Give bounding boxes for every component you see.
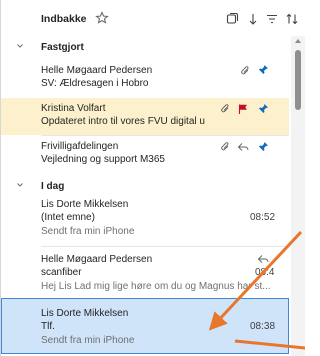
reply-icon <box>237 143 249 151</box>
select-icon[interactable] <box>225 12 239 26</box>
flag-icon[interactable] <box>237 103 249 115</box>
pin-icon[interactable] <box>257 103 269 115</box>
message-time: 08:52 <box>250 212 276 223</box>
message-subject: SV: Ældresagen i Hobro <box>41 78 149 89</box>
filter-icon[interactable] <box>265 12 279 26</box>
message-sender: Kristina Volfart <box>41 103 106 114</box>
paperclip-icon <box>221 142 229 151</box>
list-item[interactable]: Helle Møgaard Pedersen SV: Ældresagen i … <box>1 58 289 98</box>
message-time: 08:38 <box>250 321 276 332</box>
group-label: I dag <box>41 181 65 192</box>
list-item[interactable]: Helle Møgaard Pedersen scanfiber 08:4 He… <box>1 246 289 298</box>
message-preview: Sendt fra min iPhone <box>41 335 135 346</box>
list-item-selected[interactable]: Lis Dorte Mikkelsen Tlf. 08:38 Sendt fra… <box>1 298 289 354</box>
group-label: Fastgjort <box>41 42 84 53</box>
sort-arrow-down-icon[interactable] <box>246 12 260 26</box>
sort-icon[interactable] <box>285 12 299 26</box>
list-item[interactable]: Frivilligafdelingen Vejledning og suppor… <box>1 135 289 175</box>
folder-title: Indbakke <box>41 13 87 25</box>
list-item[interactable]: Lis Dorte Mikkelsen (Intet emne) 08:52 S… <box>1 196 289 246</box>
message-subject: scanfiber <box>41 267 82 278</box>
scrollbar-thumb[interactable] <box>295 50 301 110</box>
message-time: 08:4 <box>255 267 275 278</box>
message-sender: Frivilligafdelingen <box>41 141 119 152</box>
message-preview: Hej Lis Lad mig lige høre om du og Magnu… <box>41 281 271 292</box>
star-outline-icon[interactable] <box>95 11 109 25</box>
message-subject: Tlf. <box>41 321 55 332</box>
message-sender: Lis Dorte Mikkelsen <box>41 199 129 210</box>
message-sender: Helle Møgaard Pedersen <box>41 254 153 265</box>
message-subject: Opdateret intro til vores FVU digital u <box>41 116 205 127</box>
pin-icon[interactable] <box>257 64 269 76</box>
message-sender: Lis Dorte Mikkelsen <box>41 308 129 319</box>
paperclip-icon <box>221 104 229 113</box>
paperclip-icon <box>241 66 249 75</box>
scroll-up-arrow-icon[interactable] <box>295 39 301 43</box>
scrollbar[interactable] <box>291 36 305 356</box>
chevron-down-icon[interactable] <box>15 180 25 190</box>
group-header-pinned[interactable]: Fastgjort <box>1 37 289 57</box>
list-item[interactable]: Kristina Volfart Opdateret intro til vor… <box>1 98 289 135</box>
message-list-header: Indbakke <box>1 0 305 36</box>
group-header-today[interactable]: I dag <box>1 176 289 196</box>
message-preview: Sendt fra min iPhone <box>41 226 135 237</box>
message-subject: (Intet emne) <box>41 212 95 223</box>
chevron-down-icon[interactable] <box>15 41 25 51</box>
reply-icon <box>257 255 269 263</box>
pin-icon[interactable] <box>257 141 269 153</box>
message-list-pane: Indbakke Fastgjort Helle Møgaard Pederse… <box>0 0 305 356</box>
message-subject: Vejledning og support M365 <box>41 154 165 165</box>
message-sender: Helle Møgaard Pedersen <box>41 65 153 76</box>
